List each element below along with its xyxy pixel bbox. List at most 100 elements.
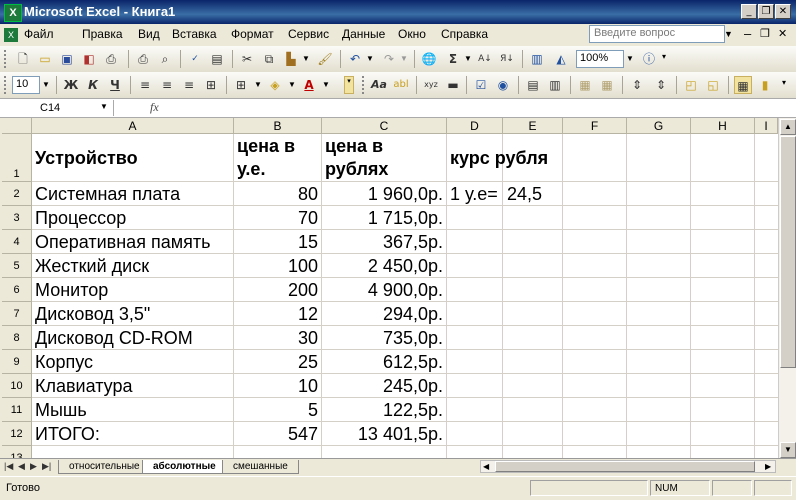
row-header[interactable]: 10 <box>2 374 32 398</box>
align-right-icon[interactable]: ≡ <box>180 76 198 94</box>
borders-dropdown-icon[interactable]: ▼ <box>252 77 264 93</box>
row-header[interactable]: 2 <box>2 182 32 206</box>
device-name-cell[interactable]: Дисковод 3,5" <box>35 303 150 325</box>
autosum-icon[interactable]: Σ <box>444 50 462 68</box>
row-header[interactable]: 5 <box>2 254 32 278</box>
permission-icon[interactable]: ◧ <box>80 50 98 68</box>
button-control-icon[interactable]: ▬ <box>444 76 462 94</box>
document-icon[interactable]: X <box>4 28 18 42</box>
zoom-select[interactable]: 100% <box>576 50 624 68</box>
price-ue-cell[interactable]: 80 <box>234 183 318 205</box>
device-name-cell[interactable]: Процессор <box>35 207 126 229</box>
column-header-g[interactable]: G <box>627 118 691 134</box>
price-rub-cell[interactable]: 245,0р. <box>322 375 443 397</box>
toolbar-grip[interactable] <box>4 50 9 68</box>
price-ue-cell[interactable]: 30 <box>234 327 318 349</box>
scroll-right-icon[interactable]: ▶ <box>765 461 771 472</box>
row-header[interactable]: 6 <box>2 278 32 302</box>
price-ue-cell[interactable]: 70 <box>234 207 318 229</box>
help-dropdown-arrow-icon[interactable]: ▼ <box>724 29 733 39</box>
menu-window[interactable]: Окно <box>398 27 426 41</box>
zoom-dropdown-icon[interactable]: ▼ <box>624 51 636 67</box>
price-rub-cell[interactable]: 612,5р. <box>322 351 443 373</box>
horizontal-scrollbar[interactable]: ◀ ▶ <box>480 460 776 473</box>
option-button-icon[interactable]: ◉ <box>494 76 512 94</box>
column-header-b[interactable]: B <box>234 118 322 134</box>
header-price-rub[interactable]: цена в рублях <box>325 135 440 181</box>
align-center-icon[interactable]: ≡ <box>158 76 176 94</box>
run-dialog-icon[interactable]: ▮ <box>756 76 774 94</box>
column-header-d[interactable]: D <box>447 118 503 134</box>
list-box-icon[interactable]: ▤ <box>524 76 542 94</box>
price-rub-cell[interactable]: 4 900,0р. <box>322 279 443 301</box>
fill-color-icon[interactable]: ◈ <box>266 76 284 94</box>
scroll-down-icon[interactable]: ▼ <box>780 442 796 458</box>
bold-button[interactable]: Ж <box>62 76 80 94</box>
drawing-icon[interactable]: ◭ <box>552 50 570 68</box>
undo-icon[interactable]: ↶ <box>346 50 364 68</box>
row-header[interactable]: 12 <box>2 422 32 446</box>
scroll-thumb[interactable] <box>495 461 755 472</box>
paste-icon[interactable]: ▙ <box>282 50 300 68</box>
toolbar-grip[interactable] <box>4 76 9 94</box>
toggle-grid-icon[interactable]: ▦ <box>734 76 752 94</box>
restore-button[interactable]: ❐ <box>758 4 774 19</box>
menu-insert[interactable]: Вставка <box>172 27 217 41</box>
name-box-dropdown-icon[interactable]: ▼ <box>100 102 108 111</box>
research-icon[interactable]: ⌕ <box>156 50 174 68</box>
column-header-f[interactable]: F <box>563 118 627 134</box>
italic-button[interactable]: К <box>84 76 102 94</box>
price-rub-cell[interactable]: 1 715,0р. <box>322 207 443 229</box>
total-ue-cell[interactable]: 547 <box>234 423 318 445</box>
header-device[interactable]: Устройство <box>35 147 138 170</box>
underline-button[interactable]: Ч <box>106 76 124 94</box>
device-name-cell[interactable]: Мышь <box>35 399 87 421</box>
autosum-dropdown-icon[interactable]: ▼ <box>462 51 474 67</box>
device-name-cell[interactable]: Дисковод CD-ROM <box>35 327 193 349</box>
price-rub-cell[interactable]: 122,5р. <box>322 399 443 421</box>
previous-sheet-icon[interactable]: ◀ <box>18 461 25 472</box>
spelling-icon[interactable]: ✓ <box>186 50 204 68</box>
worksheet-grid[interactable]: A B C D E F G H I 1 2 3 4 5 6 7 8 9 10 1… <box>2 118 778 458</box>
toolbar-options-icon[interactable]: ▾ <box>344 76 354 94</box>
spinner-icon[interactable]: ▦ <box>598 76 616 94</box>
undo-dropdown-icon[interactable]: ▼ <box>364 51 376 67</box>
price-ue-cell[interactable]: 12 <box>234 303 318 325</box>
rate-value-cell[interactable]: 24,5 <box>507 183 542 205</box>
document-restore-button[interactable]: ❐ <box>760 27 770 40</box>
redo-dropdown-icon[interactable]: ▼ <box>398 51 410 67</box>
next-sheet-icon[interactable]: ▶ <box>30 461 37 472</box>
menu-data[interactable]: Данные <box>342 27 385 41</box>
formula-input[interactable] <box>170 100 790 116</box>
row-header[interactable]: 1 <box>2 134 32 182</box>
format-painter-icon[interactable]: 🖌 <box>316 50 334 68</box>
column-header-i[interactable]: I <box>755 118 778 134</box>
menu-format[interactable]: Формат <box>231 27 274 41</box>
device-name-cell[interactable]: Системная плата <box>35 183 180 205</box>
price-ue-cell[interactable]: 25 <box>234 351 318 373</box>
total-label-cell[interactable]: ИТОГО: <box>35 423 100 445</box>
view-code-icon[interactable]: ◱ <box>704 76 722 94</box>
sheet-tab-mixed[interactable]: смешанные <box>222 460 299 474</box>
label-control-icon[interactable]: xyz <box>422 76 440 94</box>
document-minimize-button[interactable]: – <box>744 26 751 41</box>
menu-file[interactable]: Файл <box>24 27 54 41</box>
sheet-tab-relative[interactable]: относительные <box>58 460 151 474</box>
row-header[interactable]: 11 <box>2 398 32 422</box>
select-all-corner[interactable] <box>2 118 32 134</box>
price-rub-cell[interactable]: 2 450,0р. <box>322 255 443 277</box>
total-rub-cell[interactable]: 13 401,5р. <box>322 423 443 445</box>
font-color-icon[interactable]: A <box>300 76 318 94</box>
font-size-select[interactable]: 10 <box>12 76 40 94</box>
price-ue-cell[interactable]: 200 <box>234 279 318 301</box>
document-close-button[interactable]: ✕ <box>778 27 787 40</box>
fill-color-dropdown-icon[interactable]: ▼ <box>286 77 298 93</box>
device-name-cell[interactable]: Жесткий диск <box>35 255 149 277</box>
help-icon[interactable]: ⓘ <box>640 50 658 68</box>
scroll-bar-icon[interactable]: ▦ <box>576 76 594 94</box>
rate-label-cell[interactable]: 1 у.е= <box>450 183 498 205</box>
spin-alt-icon[interactable]: ⇕ <box>652 76 670 94</box>
paste-dropdown-icon[interactable]: ▼ <box>300 51 312 67</box>
row-header[interactable]: 7 <box>2 302 32 326</box>
name-box[interactable]: C14 <box>2 100 114 116</box>
